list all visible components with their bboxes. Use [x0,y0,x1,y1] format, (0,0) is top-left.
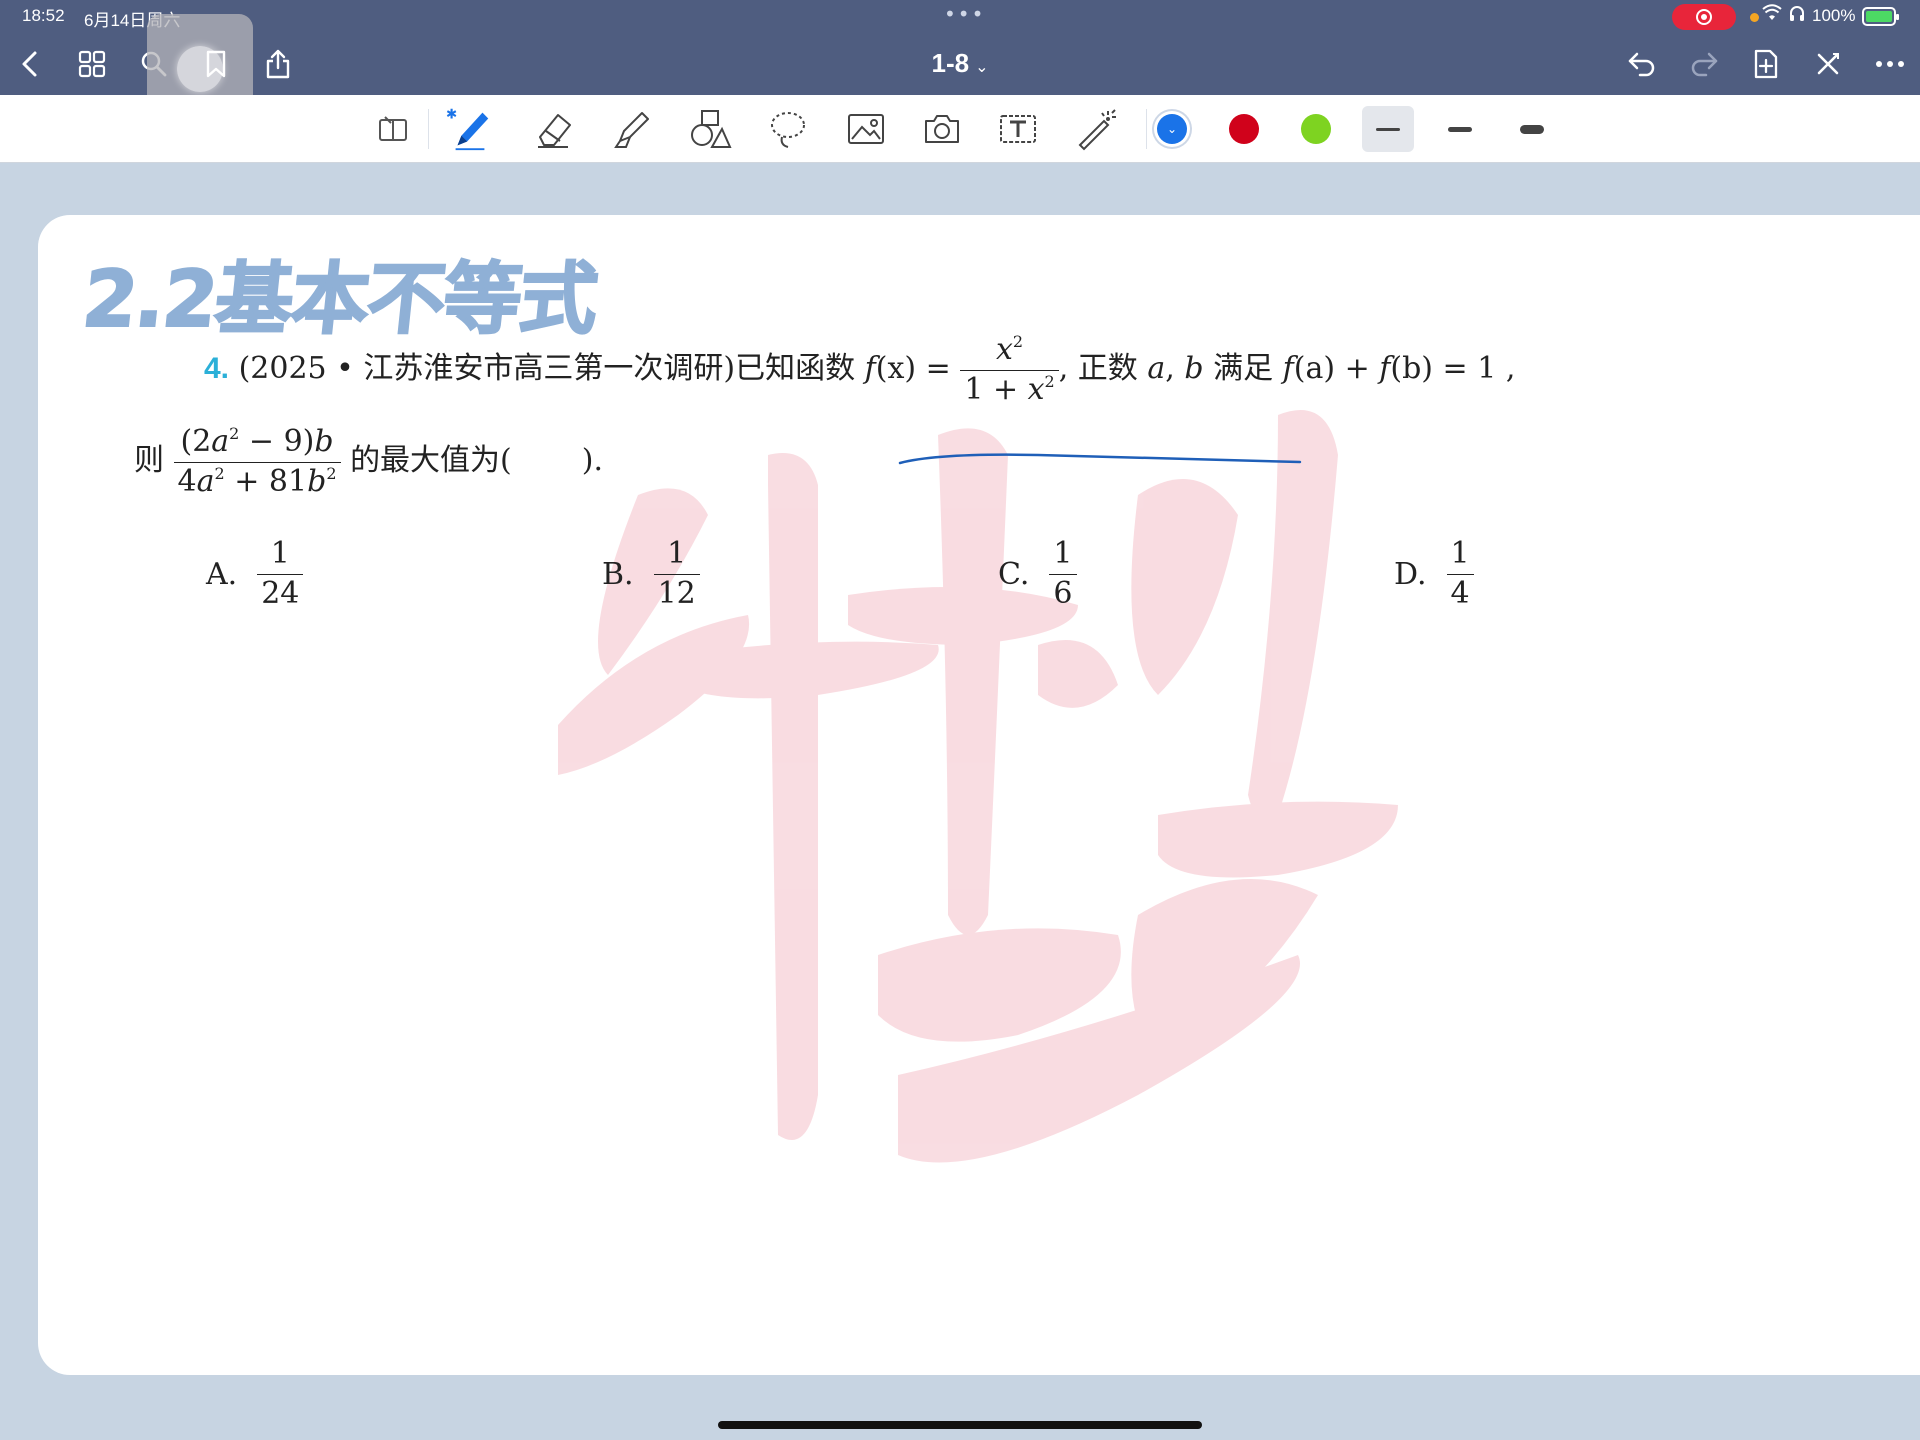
multitasking-dots[interactable]: ••• [944,2,985,26]
toolbar-divider [1146,109,1147,149]
svg-text:✱: ✱ [446,107,457,122]
home-indicator[interactable] [718,1421,1202,1429]
toolbar-divider [428,109,429,149]
status-time: 18:52 [22,6,65,25]
top-bar: 18:52 6月14日周六 ••• 100% 1-8 ⌄ [0,0,1920,120]
color-swatch-blue[interactable]: ⌄ [1157,114,1187,144]
document-viewport[interactable]: 2.2基本不等式 4. (2025 • 江苏淮安市高三第一次调研)已知函数 f(… [0,163,1920,1413]
document-title-text: 1-8 [931,48,970,78]
undo-icon[interactable] [1622,44,1662,84]
color-swatch-red[interactable] [1229,114,1259,144]
title-chevron-down-icon: ⌄ [975,59,989,76]
eraser-icon[interactable] [530,105,578,153]
ink-underline-annotation[interactable] [38,215,1920,1315]
lasso-icon[interactable] [764,105,812,153]
add-page-icon[interactable] [1746,44,1786,84]
pen-icon[interactable]: ✱ [446,105,494,153]
annotation-toolbar: ✱ ⌄ [0,95,1920,163]
stroke-width-thin[interactable] [1362,106,1414,152]
battery-icon [1862,7,1899,26]
close-x-icon[interactable] [1808,44,1848,84]
status-bar: 18:52 6月14日周六 ••• 100% [0,0,1920,32]
stroke-width-thick[interactable] [1506,106,1558,152]
color-swatch-green[interactable] [1301,114,1331,144]
mic-indicator-icon [1750,13,1759,22]
battery-percent: 100% [1812,6,1856,25]
read-mode-icon[interactable] [370,105,418,153]
redo-icon[interactable] [1684,44,1724,84]
screen-recording-icon[interactable] [1672,4,1736,30]
selected-chevron-icon: ⌄ [1166,122,1178,136]
laser-pointer-icon[interactable] [1072,105,1120,153]
document-page[interactable]: 2.2基本不等式 4. (2025 • 江苏淮安市高三第一次调研)已知函数 f(… [38,215,1920,1375]
text-box-icon[interactable] [994,105,1042,153]
image-icon[interactable] [842,105,890,153]
wifi-icon [1762,4,1782,27]
highlighter-icon[interactable] [608,105,656,153]
shapes-icon[interactable] [686,105,734,153]
camera-icon[interactable] [918,105,966,153]
more-icon[interactable] [1870,44,1910,84]
headphones-icon [1788,4,1806,27]
battery-fill [1866,11,1892,22]
stroke-width-medium[interactable] [1434,106,1486,152]
